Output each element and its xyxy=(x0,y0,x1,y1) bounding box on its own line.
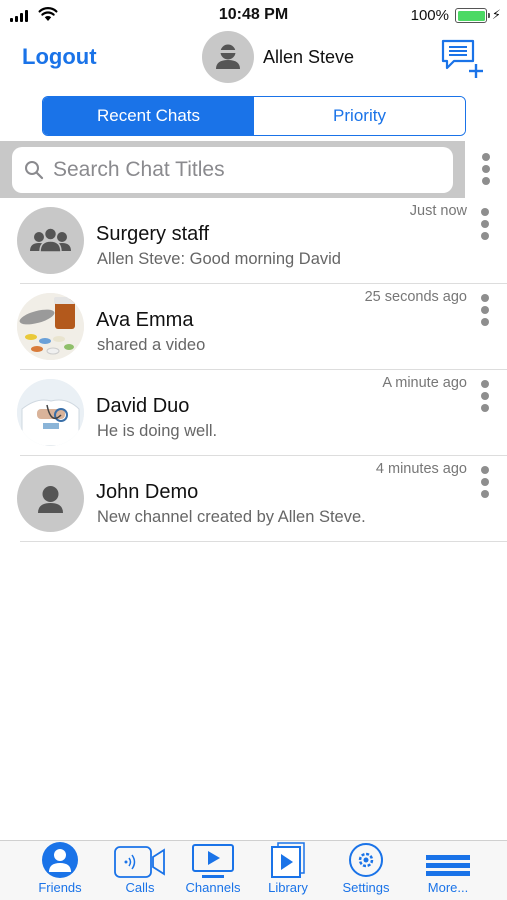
chat-timestamp: 4 minutes ago xyxy=(375,461,467,477)
tab-label: Settings xyxy=(342,880,390,895)
group-people-icon xyxy=(30,227,71,253)
battery-icon xyxy=(455,8,490,23)
profile-area[interactable]: Allen Steve xyxy=(202,31,354,83)
tab-label: Library xyxy=(268,880,308,895)
charging-bolt-icon: ⚡ xyxy=(491,7,501,22)
tab-settings[interactable]: Settings xyxy=(336,841,396,900)
row-divider xyxy=(20,541,507,542)
doctor-photo xyxy=(17,379,84,446)
chat-options-icon[interactable] xyxy=(479,208,491,240)
search-more-options-icon[interactable] xyxy=(480,153,492,185)
chat-name: Ava Emma xyxy=(96,309,194,331)
chat-preview: Allen Steve: Good morning David xyxy=(97,250,341,268)
tab-more[interactable]: More... xyxy=(418,841,478,900)
doctor-photo-avatar xyxy=(17,379,84,446)
chat-row-ava-emma[interactable]: Ava Emma shared a video 25 seconds ago xyxy=(0,284,507,370)
chat-options-icon[interactable] xyxy=(479,380,491,412)
chat-name: John Demo xyxy=(96,481,199,503)
pills-photo-avatar xyxy=(17,293,84,360)
chat-timestamp: A minute ago xyxy=(382,375,467,391)
channels-tv-icon xyxy=(192,844,234,878)
library-video-icon xyxy=(271,842,305,878)
tab-friends[interactable]: Friends xyxy=(30,841,90,900)
chat-preview: New channel created by Allen Steve. xyxy=(97,508,366,526)
chat-name: Surgery staff xyxy=(96,223,210,245)
friends-icon xyxy=(42,842,78,878)
pills-photo xyxy=(17,293,84,360)
video-call-icon xyxy=(114,846,165,878)
chat-timestamp: Just now xyxy=(409,203,467,219)
segment-recent-chats[interactable]: Recent Chats xyxy=(43,97,254,135)
tab-channels[interactable]: Channels xyxy=(183,841,243,900)
tab-calls[interactable]: Calls xyxy=(110,841,170,900)
search-input[interactable] xyxy=(53,158,433,182)
app-header: Logout Allen Steve xyxy=(0,30,507,90)
search-icon xyxy=(25,161,44,180)
chat-row-john-demo[interactable]: John Demo New channel created by Allen S… xyxy=(0,456,507,542)
segment-priority[interactable]: Priority xyxy=(254,97,465,135)
tab-label: More... xyxy=(427,880,469,895)
tab-label: Channels xyxy=(185,880,241,895)
tab-library[interactable]: Library xyxy=(258,841,318,900)
search-bar xyxy=(0,141,465,198)
chat-preview: shared a video xyxy=(97,336,206,354)
chat-options-icon[interactable] xyxy=(479,466,491,498)
bottom-tab-bar: Friends Calls Channels Library Settings … xyxy=(0,840,507,900)
tab-label: Calls xyxy=(125,880,155,895)
chat-options-icon[interactable] xyxy=(479,294,491,326)
search-box xyxy=(12,147,453,193)
user-name: Allen Steve xyxy=(263,46,355,67)
more-menu-icon xyxy=(426,855,470,876)
settings-gear-icon xyxy=(349,843,383,877)
battery-percent: 100% xyxy=(410,7,449,24)
chat-row-surgery-staff[interactable]: Surgery staff Allen Steve: Good morning … xyxy=(0,198,507,284)
chat-list: Surgery staff Allen Steve: Good morning … xyxy=(0,198,507,542)
person-silhouette-icon xyxy=(38,486,63,513)
group-avatar xyxy=(17,207,84,274)
new-chat-icon[interactable] xyxy=(440,38,486,80)
chat-timestamp: 25 seconds ago xyxy=(364,289,467,305)
chat-name: David Duo xyxy=(96,395,190,417)
status-bar: 10:48 PM 100% ⚡ xyxy=(0,0,507,30)
logout-button[interactable]: Logout xyxy=(22,44,97,70)
person-silhouette-icon xyxy=(216,44,240,69)
tab-label: Friends xyxy=(38,880,82,895)
chat-filter-segmented-control: Recent Chats Priority xyxy=(42,96,466,136)
chat-row-david-duo[interactable]: David Duo He is doing well. A minute ago xyxy=(0,370,507,456)
user-avatar xyxy=(202,31,254,83)
person-avatar xyxy=(17,465,84,532)
chat-preview: He is doing well. xyxy=(97,422,218,440)
